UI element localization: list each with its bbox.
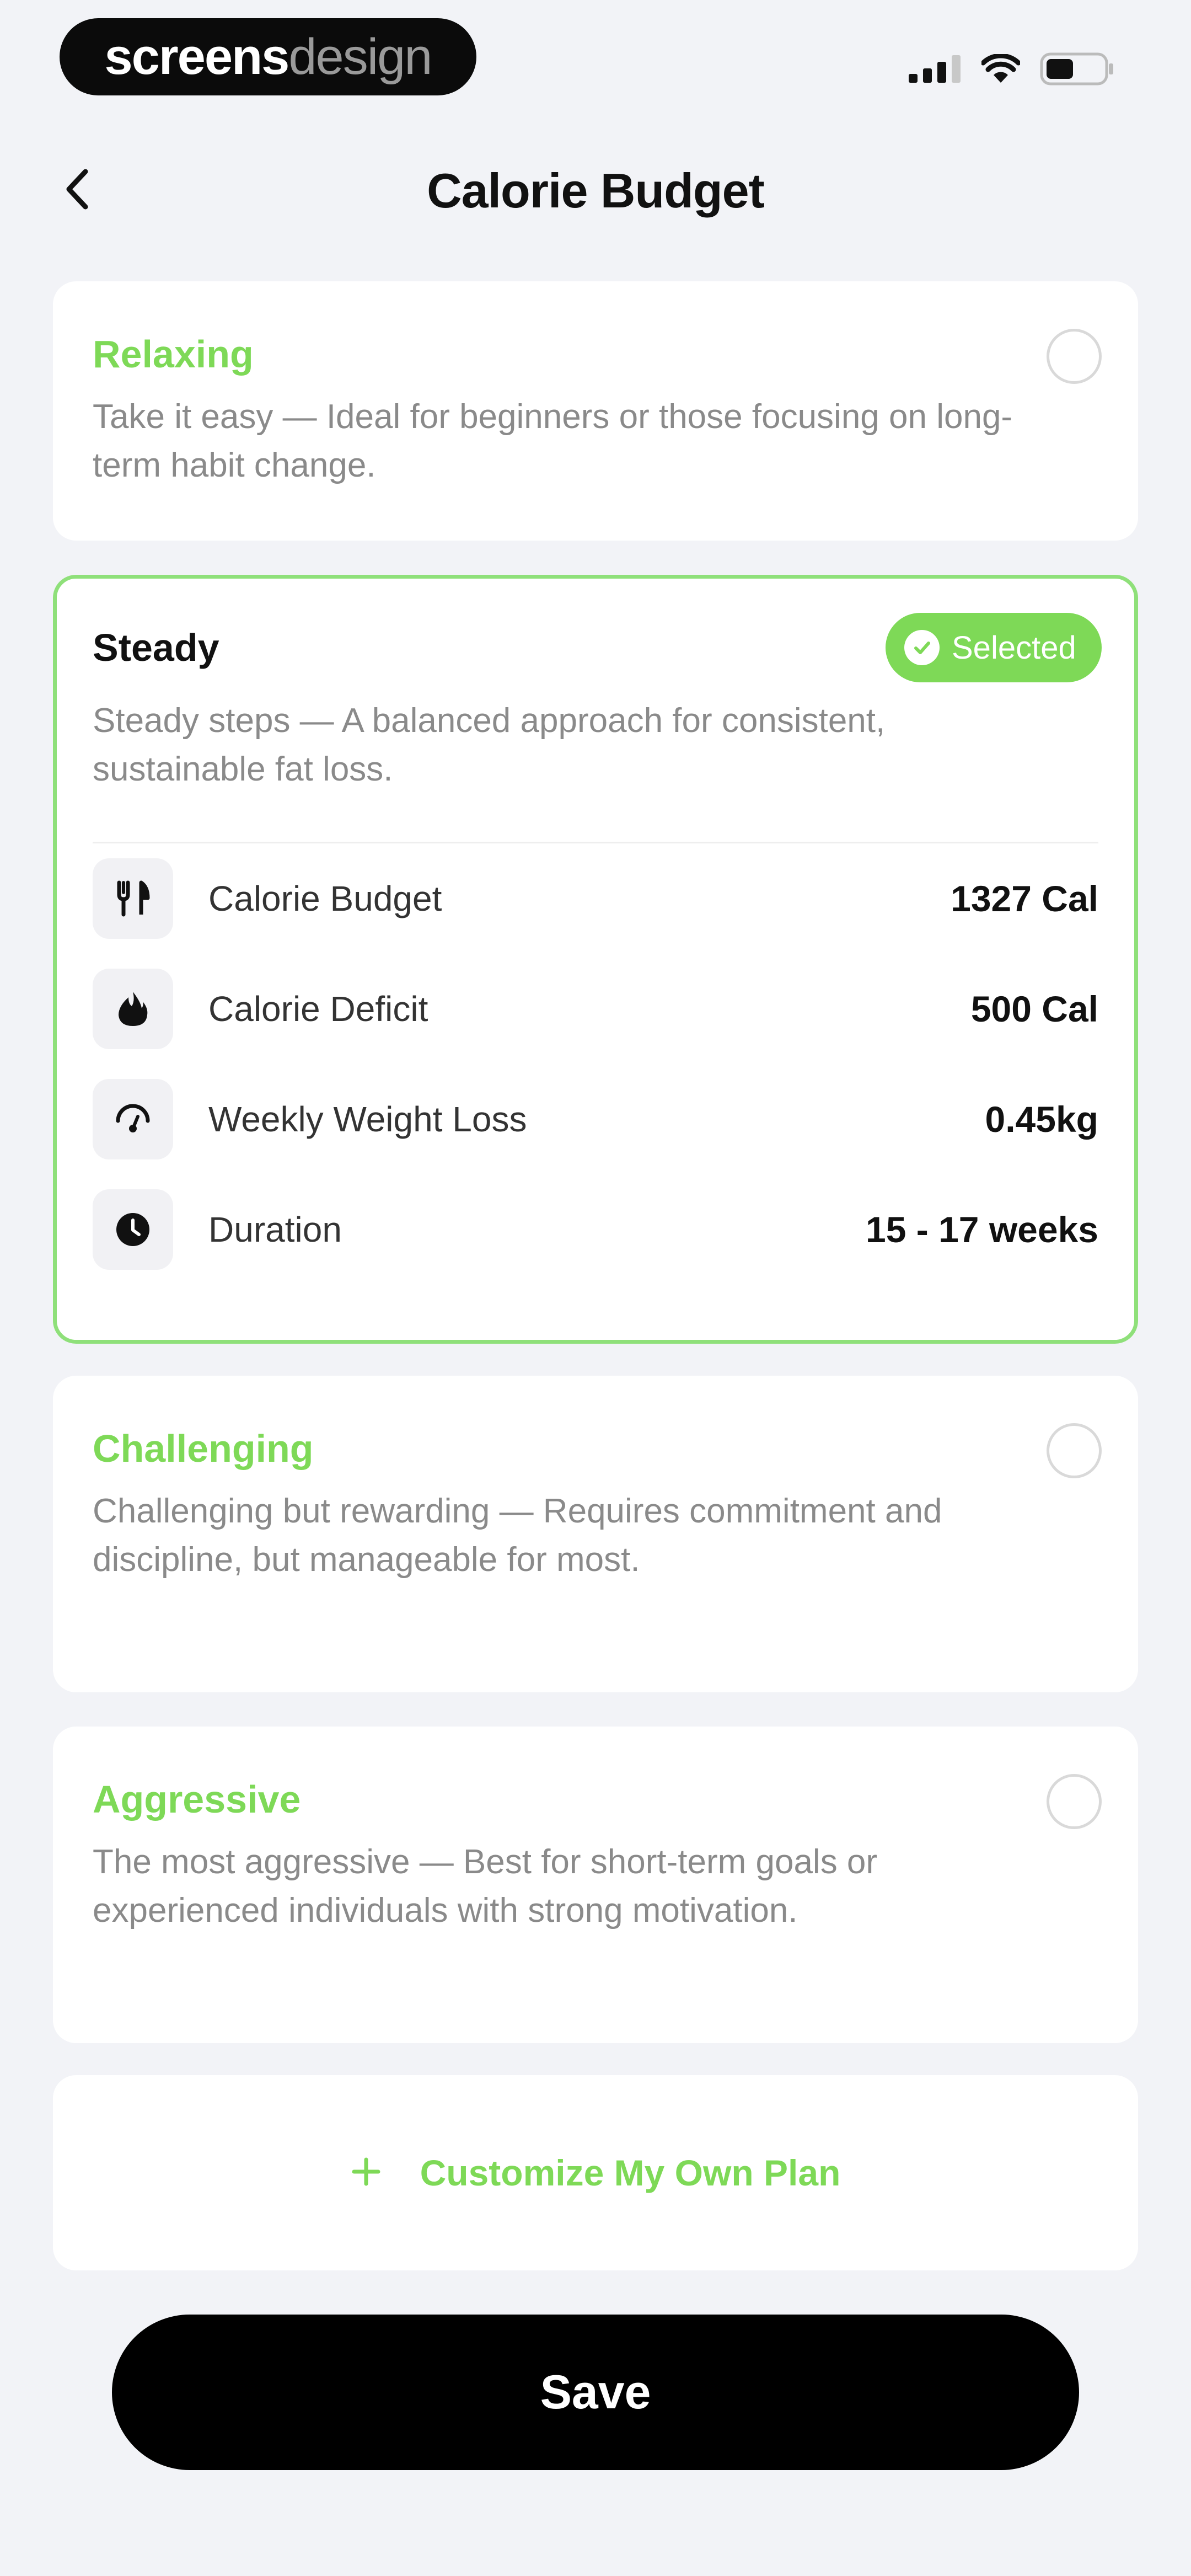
battery-icon: [1040, 52, 1115, 88]
customize-plan-button[interactable]: Customize My Own Plan: [53, 2075, 1138, 2270]
signal-icon: [909, 55, 962, 85]
plan-card-challenging[interactable]: Challenging Challenging but rewarding — …: [53, 1376, 1138, 1692]
check-icon: [904, 630, 940, 665]
status-icons: [909, 52, 1115, 88]
plan-title: Relaxing: [93, 333, 254, 376]
stat-row-duration: Duration 15 - 17 weeks: [93, 1188, 1098, 1271]
plan-card-relaxing[interactable]: Relaxing Take it easy — Ideal for beginn…: [53, 281, 1138, 541]
brand-text-part2: design: [288, 28, 432, 85]
brand-logo: screens design: [60, 18, 476, 95]
page-title: Calorie Budget: [427, 163, 765, 218]
plan-card-steady[interactable]: Steady Selected Steady steps — A balance…: [53, 575, 1138, 1344]
stat-row-calorie-budget: Calorie Budget 1327 Cal: [93, 857, 1098, 940]
plan-radio-challenging[interactable]: [1047, 1423, 1102, 1478]
stat-value: 15 - 17 weeks: [866, 1209, 1098, 1250]
stat-value: 0.45kg: [985, 1099, 1098, 1140]
selected-badge-label: Selected: [952, 629, 1076, 666]
brand-text-part1: screens: [104, 28, 290, 85]
plan-radio-aggressive[interactable]: [1047, 1774, 1102, 1829]
plan-description: Take it easy — Ideal for beginners or th…: [93, 398, 1013, 484]
wifi-icon: [980, 53, 1021, 87]
plan-description: The most aggressive — Best for short-ter…: [93, 1843, 878, 1930]
plan-card-aggressive[interactable]: Aggressive The most aggressive — Best fo…: [53, 1727, 1138, 2043]
plan-description: Steady steps — A balanced approach for c…: [93, 702, 886, 788]
gauge-icon: [93, 1079, 173, 1159]
plan-title: Challenging: [93, 1427, 314, 1470]
save-button[interactable]: Save: [112, 2315, 1079, 2470]
clock-icon: [93, 1189, 173, 1270]
stat-label: Duration: [208, 1210, 342, 1249]
plan-radio-relaxing[interactable]: [1047, 329, 1102, 384]
customize-plan-label: Customize My Own Plan: [420, 2152, 841, 2193]
selected-badge: Selected: [886, 613, 1102, 682]
plus-icon: [351, 2156, 382, 2190]
stat-label: Calorie Deficit: [208, 989, 428, 1029]
plan-title: Aggressive: [93, 1778, 301, 1821]
stat-row-weekly-weight-loss: Weekly Weight Loss 0.45kg: [93, 1078, 1098, 1161]
flame-icon: [93, 969, 173, 1049]
stat-row-calorie-deficit: Calorie Deficit 500 Cal: [93, 968, 1098, 1050]
plan-title: Steady: [93, 626, 219, 669]
plan-description: Challenging but rewarding — Requires com…: [93, 1492, 942, 1579]
divider: [93, 842, 1098, 843]
stat-label: Calorie Budget: [208, 879, 442, 918]
stat-value: 500 Cal: [970, 988, 1098, 1029]
stat-value: 1327 Cal: [951, 878, 1098, 919]
utensils-icon: [93, 858, 173, 939]
stat-label: Weekly Weight Loss: [208, 1099, 527, 1139]
